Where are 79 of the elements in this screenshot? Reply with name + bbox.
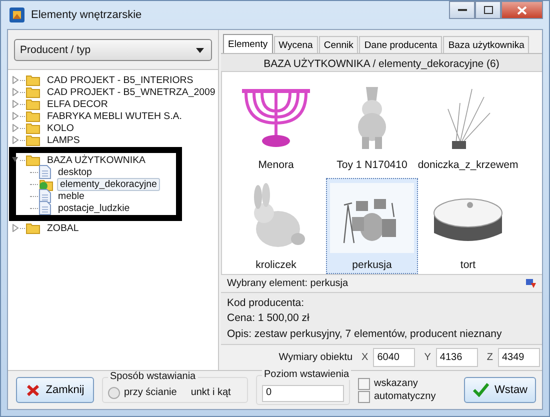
item-tile[interactable]: Toy 1 N170410	[326, 78, 418, 174]
dimensions-label: Wymiary obiektu	[278, 352, 353, 363]
expand-arrow-icon[interactable]	[12, 124, 19, 132]
tree-item[interactable]: BAZA UŻYTKOWNIKA	[44, 154, 149, 166]
checkmark-icon	[472, 383, 488, 397]
maximize-button[interactable]	[475, 1, 501, 19]
folder-icon	[26, 86, 40, 98]
axis-label: X	[362, 352, 368, 363]
close-button[interactable]	[501, 1, 543, 19]
filter-dropdown[interactable]: Producent / typ	[14, 39, 212, 61]
item-tile[interactable]: tort	[422, 178, 514, 274]
checkbox[interactable]	[358, 390, 370, 402]
minimize-icon	[458, 9, 466, 11]
detail-text: Opis: zestaw perkusyjny, 7 elementów, producent nieznany	[227, 328, 503, 340]
dimension-field[interactable]: 6040	[373, 348, 416, 367]
item-tile[interactable]: kroliczek	[230, 178, 322, 274]
tree-item[interactable]: ELFA DECOR	[44, 98, 111, 110]
axis-label: Y	[424, 352, 431, 363]
item-tile[interactable]: Menora	[230, 78, 322, 174]
tab[interactable]: Wycena	[274, 36, 318, 53]
tree-item[interactable]: postacje_ludzkie	[55, 202, 133, 214]
checkbox-label: wskazany	[374, 378, 418, 389]
expand-arrow-icon[interactable]	[12, 88, 19, 96]
tab[interactable]: Elementy	[223, 34, 273, 53]
folder-icon	[26, 154, 40, 166]
app-icon	[9, 7, 25, 23]
folder-icon	[26, 74, 40, 86]
expand-arrow-icon[interactable]	[12, 136, 19, 144]
tree-item[interactable]: meble	[55, 190, 88, 202]
selected-element-label: Wybrany element: perkusja	[227, 278, 348, 289]
radio-label: unkt i kąt	[190, 387, 231, 398]
radio-button[interactable]	[108, 386, 120, 398]
dimension-field[interactable]: 4136	[436, 348, 478, 367]
group-title: Poziom wstawienia	[262, 369, 352, 380]
folder-icon	[26, 98, 40, 110]
tree-item[interactable]: KOLO	[44, 122, 77, 134]
dropdown-arrow-icon	[196, 48, 204, 52]
window-title: Elementy wnętrzarskie	[31, 8, 142, 23]
tree-item[interactable]: FABRYKA MEBLI WUTEH S.A.	[44, 110, 185, 122]
collapse-arrow-icon[interactable]	[12, 156, 19, 164]
document-icon	[39, 201, 51, 215]
folder-icon	[26, 122, 40, 134]
tab[interactable]: Baza użytkownika	[443, 36, 530, 53]
close-icon	[517, 6, 527, 14]
folder-icon	[26, 222, 40, 234]
dimension-field[interactable]: 4349	[498, 348, 540, 367]
insert-button[interactable]: Wstaw	[464, 377, 536, 403]
detail-text: Cena: 1 500,00 zł	[227, 312, 310, 324]
breadcrumb: BAZA UŻYTKOWNIKA / elementy_dekoracyjne (6)	[221, 54, 542, 72]
pin-icon[interactable]	[526, 278, 536, 288]
expand-arrow-icon[interactable]	[12, 100, 19, 108]
folder-globe-icon	[39, 178, 53, 190]
document-icon	[39, 189, 51, 203]
radio-label: przy ścianie	[124, 387, 177, 398]
detail-text: Kod producenta:	[227, 296, 306, 309]
tab[interactable]: Cennik	[318, 36, 358, 53]
tree-item[interactable]: elementy_dekoracyjne	[57, 178, 160, 190]
expand-arrow-icon[interactable]	[12, 76, 19, 84]
cross-icon	[26, 384, 40, 396]
folder-icon	[26, 134, 40, 146]
tree-item[interactable]: CAD PROJEKT - B5_INTERIORS	[44, 74, 196, 86]
expand-arrow-icon[interactable]	[12, 112, 19, 120]
tree-item[interactable]: desktop	[55, 166, 95, 178]
item-tile[interactable]: perkusja	[326, 178, 418, 274]
maximize-icon	[484, 6, 492, 14]
expand-arrow-icon[interactable]	[12, 224, 19, 232]
checkbox-label: automatyczny	[374, 391, 436, 402]
group-title: Sposób wstawiania	[108, 371, 198, 382]
tab[interactable]: Dane producenta	[359, 36, 442, 53]
minimize-button[interactable]	[449, 1, 475, 19]
axis-label: Z	[486, 352, 493, 363]
tree-item[interactable]: ZOBAL	[44, 222, 82, 234]
folder-icon	[26, 110, 40, 122]
tree-item[interactable]: CAD PROJEKT - B5_WNETRZA_2009	[44, 86, 218, 98]
close-dialog-button[interactable]: Zamknij	[16, 377, 94, 403]
tree-item[interactable]: LAMPS	[44, 134, 83, 146]
document-icon	[39, 165, 51, 179]
checkbox[interactable]	[358, 378, 370, 390]
level-field[interactable]: 0	[262, 385, 344, 402]
